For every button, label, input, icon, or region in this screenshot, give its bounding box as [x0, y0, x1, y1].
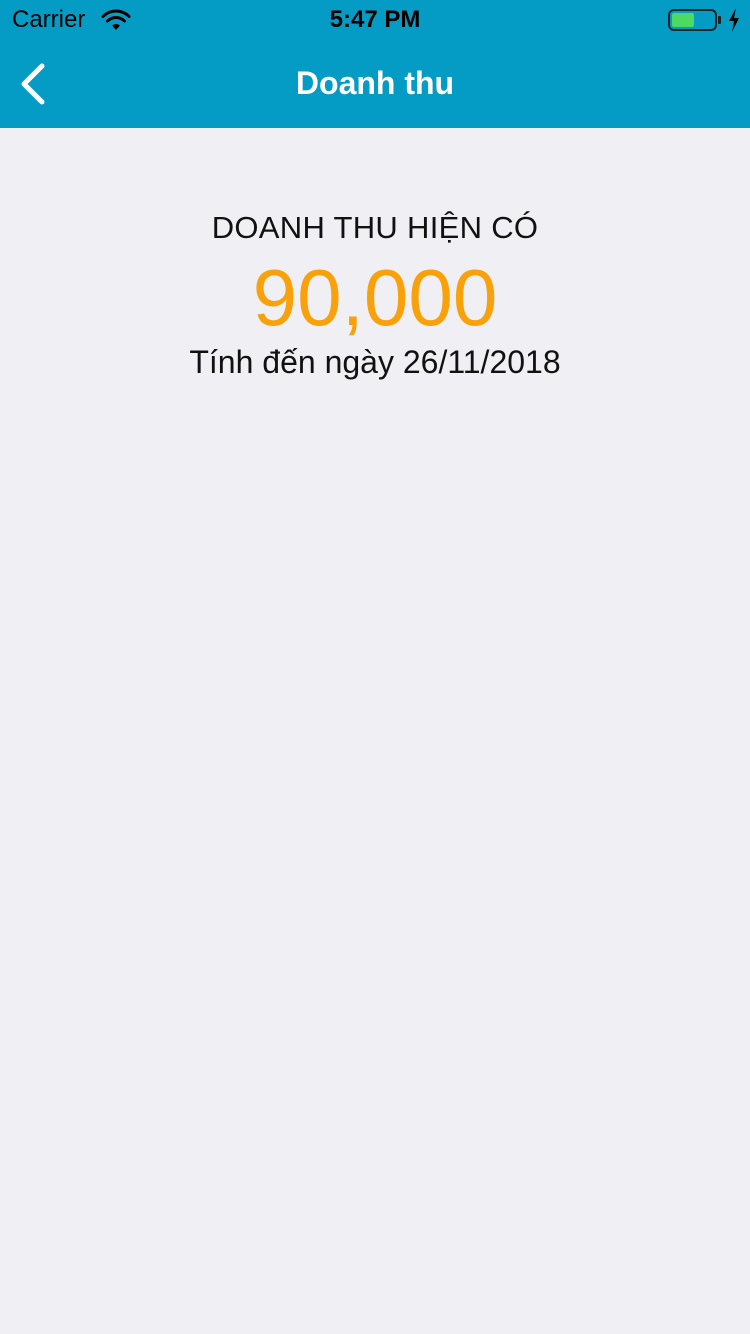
status-bar: Carrier 5:47 PM — [0, 0, 750, 40]
revenue-as-of-date: Tính đến ngày 26/11/2018 — [189, 344, 561, 380]
battery-icon — [668, 9, 721, 31]
charging-bolt-icon — [729, 8, 739, 32]
page-title: Doanh thu — [295, 65, 455, 101]
revenue-summary: DOANH THU HIỆN CÓ 90,000 Tính đến ngày 2… — [0, 204, 750, 382]
revenue-label: DOANH THU HIỆN CÓ — [211, 210, 539, 245]
revenue-amount: 90,000 — [252, 253, 498, 342]
status-time: 5:47 PM — [329, 6, 421, 33]
navigation-bar: Doanh thu — [0, 40, 750, 128]
